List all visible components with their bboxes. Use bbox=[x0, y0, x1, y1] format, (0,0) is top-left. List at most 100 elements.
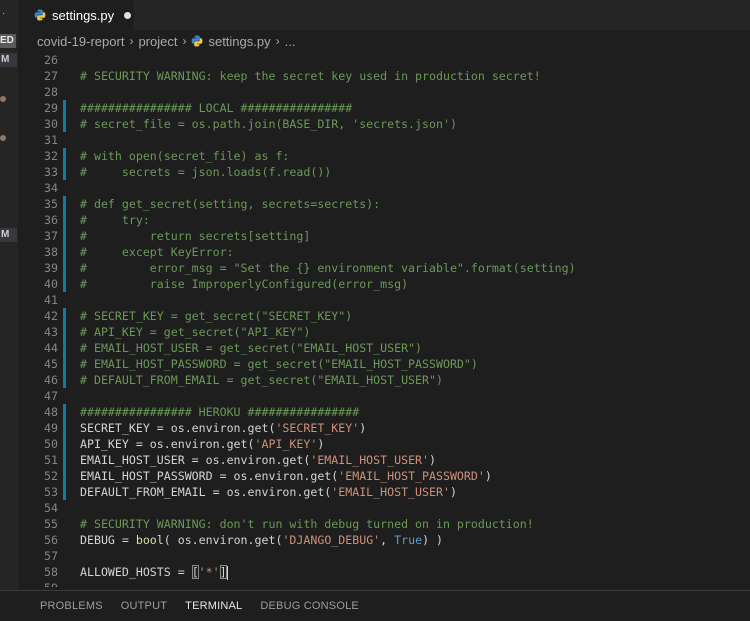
git-modified-gutter-mark[interactable] bbox=[63, 100, 66, 116]
code-line[interactable]: 29 ################ LOCAL ###############… bbox=[18, 100, 750, 116]
code-line[interactable]: 55 # SECURITY WARNING: don't run with deb… bbox=[18, 516, 750, 532]
code-line[interactable]: 33 # secrets = json.loads(f.read()) bbox=[18, 164, 750, 180]
breadcrumb-item-folder[interactable]: covid-19-report bbox=[37, 34, 124, 49]
tab-terminal[interactable]: TERMINAL bbox=[185, 591, 242, 619]
code-line[interactable]: 53 DEFAULT_FROM_EMAIL = os.environ.get('E… bbox=[18, 484, 750, 500]
status-dot bbox=[0, 135, 6, 141]
code-token: ( os.environ.get( bbox=[163, 533, 283, 547]
git-modified-gutter-mark[interactable] bbox=[63, 148, 66, 164]
line-number: 55 bbox=[44, 517, 58, 531]
line-number: 41 bbox=[44, 293, 58, 307]
code-line[interactable]: 31 bbox=[18, 132, 750, 148]
breadcrumb-item-file[interactable]: settings.py bbox=[191, 33, 271, 49]
code-line[interactable]: 59 bbox=[18, 580, 750, 587]
code-line[interactable]: 28 bbox=[18, 84, 750, 100]
code-line[interactable]: 43 # API_KEY = get_secret("API_KEY") bbox=[18, 324, 750, 340]
sidebar-strip: · ED M M bbox=[0, 0, 18, 590]
code-line[interactable]: 40 # raise ImproperlyConfigured(error_msg… bbox=[18, 276, 750, 292]
git-modified-gutter-mark[interactable] bbox=[63, 340, 66, 356]
git-modified-gutter-mark[interactable] bbox=[63, 244, 66, 260]
code-line[interactable]: 46 # DEFAULT_FROM_EMAIL = get_secret("EMA… bbox=[18, 372, 750, 388]
git-modified-gutter-mark[interactable] bbox=[63, 468, 66, 484]
git-modified-gutter-mark[interactable] bbox=[63, 164, 66, 180]
git-modified-gutter-mark[interactable] bbox=[63, 308, 66, 324]
code-line[interactable]: 39 # error_msg = "Set the {} environment … bbox=[18, 260, 750, 276]
code-line[interactable]: 41 bbox=[18, 292, 750, 308]
code-line[interactable]: 51 EMAIL_HOST_USER = os.environ.get('EMAI… bbox=[18, 452, 750, 468]
line-number: 51 bbox=[44, 453, 58, 467]
line-number: 38 bbox=[44, 245, 58, 259]
code-token: # secret_file = os.path.join(BASE_DIR, '… bbox=[80, 117, 457, 131]
code-text: # SECURITY WARNING: keep the secret key … bbox=[80, 68, 541, 84]
line-number: 46 bbox=[44, 373, 58, 387]
code-line[interactable]: 45 # EMAIL_HOST_PASSWORD = get_secret("EM… bbox=[18, 356, 750, 372]
code-line[interactable]: 37 # return secrets[setting] bbox=[18, 228, 750, 244]
git-modified-gutter-mark[interactable] bbox=[63, 452, 66, 468]
line-number: 42 bbox=[44, 309, 58, 323]
code-text: # return secrets[setting] bbox=[80, 228, 310, 244]
code-line[interactable]: 27 # SECURITY WARNING: keep the secret ke… bbox=[18, 68, 750, 84]
unsaved-dot-icon[interactable] bbox=[124, 11, 132, 19]
code-text: DEFAULT_FROM_EMAIL = os.environ.get('EMA… bbox=[80, 484, 457, 500]
code-line[interactable]: 44 # EMAIL_HOST_USER = get_secret("EMAIL_… bbox=[18, 340, 750, 356]
code-line[interactable]: 54 bbox=[18, 500, 750, 516]
git-modified-gutter-mark[interactable] bbox=[63, 276, 66, 292]
code-token: # secrets = json.loads(f.read()) bbox=[80, 165, 332, 179]
code-line[interactable]: 58 ALLOWED_HOSTS = ['*'] bbox=[18, 564, 750, 580]
code-text: # raise ImproperlyConfigured(error_msg) bbox=[80, 276, 408, 292]
code-text: # secrets = json.loads(f.read()) bbox=[80, 164, 331, 180]
tab-debug-console[interactable]: DEBUG CONSOLE bbox=[260, 591, 359, 619]
line-number: 35 bbox=[44, 197, 58, 211]
code-text: # EMAIL_HOST_USER = get_secret("EMAIL_HO… bbox=[80, 340, 422, 356]
code-line[interactable]: 35 # def get_secret(setting, secrets=secr… bbox=[18, 196, 750, 212]
git-modified-gutter-mark[interactable] bbox=[63, 372, 66, 388]
code-line[interactable]: 42 # SECRET_KEY = get_secret("SECRET_KEY"… bbox=[18, 308, 750, 324]
code-line[interactable]: 38 # except KeyError: bbox=[18, 244, 750, 260]
code-line[interactable]: 32 # with open(secret_file) as f: bbox=[18, 148, 750, 164]
code-line[interactable]: 26 bbox=[18, 52, 750, 68]
code-editor[interactable]: 26 27 # SECURITY WARNING: keep the secret … bbox=[18, 49, 750, 587]
code-line[interactable]: 36 # try: bbox=[18, 212, 750, 228]
git-modified-gutter-mark[interactable] bbox=[63, 356, 66, 372]
git-modified-gutter-mark[interactable] bbox=[63, 404, 66, 420]
code-line[interactable]: 52 EMAIL_HOST_PASSWORD = os.environ.get('… bbox=[18, 468, 750, 484]
git-modified-gutter-mark[interactable] bbox=[63, 420, 66, 436]
tab-settings-py[interactable]: settings.py bbox=[18, 0, 134, 30]
git-modified-gutter-mark[interactable] bbox=[63, 260, 66, 276]
line-number: 27 bbox=[44, 69, 58, 83]
code-line[interactable]: 47 bbox=[18, 388, 750, 404]
code-text: # API_KEY = get_secret("API_KEY") bbox=[80, 324, 310, 340]
code-text: DEBUG = bool( os.environ.get('DJANGO_DEB… bbox=[80, 532, 443, 548]
tab-problems[interactable]: PROBLEMS bbox=[40, 591, 103, 619]
git-modified-gutter-mark[interactable] bbox=[63, 116, 66, 132]
line-number: 52 bbox=[44, 469, 58, 483]
git-modified-gutter-mark[interactable] bbox=[63, 484, 66, 500]
code-line[interactable]: 48 ################ HEROKU ##############… bbox=[18, 404, 750, 420]
python-file-icon bbox=[34, 9, 46, 21]
line-number: 44 bbox=[44, 341, 58, 355]
code-text: # try: bbox=[80, 212, 150, 228]
code-line[interactable]: 56 DEBUG = bool( os.environ.get('DJANGO_D… bbox=[18, 532, 750, 548]
git-modified-gutter-mark[interactable] bbox=[63, 212, 66, 228]
code-line[interactable]: 50 API_KEY = os.environ.get('API_KEY') bbox=[18, 436, 750, 452]
code-token: # SECURITY WARNING: keep the secret key … bbox=[80, 69, 541, 83]
code-token: SECRET_KEY = os.environ.get( bbox=[80, 421, 276, 435]
git-modified-gutter-mark[interactable] bbox=[63, 196, 66, 212]
code-line[interactable]: 49 SECRET_KEY = os.environ.get('SECRET_KE… bbox=[18, 420, 750, 436]
git-modified-gutter-mark[interactable] bbox=[63, 436, 66, 452]
code-line[interactable]: 30 # secret_file = os.path.join(BASE_DIR,… bbox=[18, 116, 750, 132]
line-number: 59 bbox=[18, 580, 58, 587]
code-line[interactable]: 34 bbox=[18, 180, 750, 196]
tab-output[interactable]: OUTPUT bbox=[121, 591, 167, 619]
breadcrumb-item-symbol[interactable]: ... bbox=[285, 34, 296, 49]
git-modified-gutter-mark[interactable] bbox=[63, 324, 66, 340]
status-dot bbox=[0, 96, 6, 102]
line-number: 29 bbox=[44, 101, 58, 115]
code-text: # DEFAULT_FROM_EMAIL = get_secret("EMAIL… bbox=[80, 372, 443, 388]
code-line[interactable]: 57 bbox=[18, 548, 750, 564]
breadcrumb-file-label: settings.py bbox=[208, 33, 271, 49]
git-modified-gutter-mark[interactable] bbox=[63, 228, 66, 244]
breadcrumb-item-project[interactable]: project bbox=[138, 34, 177, 49]
line-number: 58 bbox=[44, 565, 58, 579]
code-text: ################ HEROKU ################ bbox=[80, 404, 359, 420]
